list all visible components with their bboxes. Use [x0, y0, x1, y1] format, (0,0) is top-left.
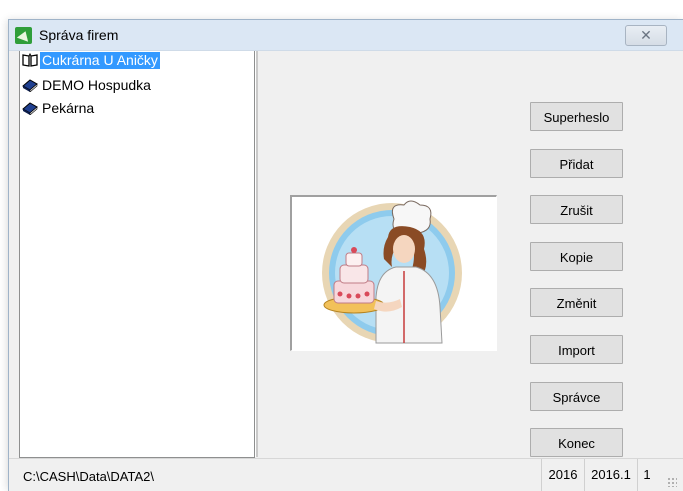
title-bar[interactable]: Správa firem ✕	[9, 20, 683, 51]
add-button[interactable]: Přidat	[530, 149, 623, 178]
close-button[interactable]: ✕	[625, 25, 667, 46]
status-bar: C:\CASH\Data\DATA2\ 2016 2016.1 1	[9, 458, 683, 491]
close-icon: ✕	[640, 27, 652, 43]
book-icon	[22, 79, 38, 92]
tree-item-label: DEMO Hospudka	[42, 77, 151, 93]
company-manager-window: Správa firem ✕ Cukrárna U Aničky DEMO Ho…	[9, 20, 683, 491]
pastry-chef-illustration	[292, 197, 496, 350]
panel-splitter[interactable]	[255, 51, 258, 457]
app-logo-icon	[15, 27, 32, 44]
number-status: 1	[637, 459, 656, 491]
administrator-button[interactable]: Správce	[530, 382, 623, 411]
exit-button[interactable]: Konec	[530, 428, 623, 457]
client-area: Cukrárna U Aničky DEMO Hospudka Pekárna	[9, 51, 683, 491]
tree-item-label: Cukrárna U Aničky	[40, 52, 160, 69]
copy-button[interactable]: Kopie	[530, 242, 623, 271]
company-logo-picture	[290, 195, 497, 351]
superheslo-button[interactable]: Superheslo	[530, 102, 623, 131]
open-book-icon	[22, 53, 38, 67]
delete-button[interactable]: Zrušit	[530, 195, 623, 224]
resize-grip-icon[interactable]	[667, 477, 677, 487]
tree-item-label: Pekárna	[42, 100, 95, 116]
year-status: 2016	[541, 459, 584, 491]
data-path-status: C:\CASH\Data\DATA2\	[23, 469, 154, 484]
company-tree[interactable]: Cukrárna U Aničky DEMO Hospudka Pekárna	[19, 51, 255, 458]
window-title: Správa firem	[39, 27, 119, 43]
version-status: 2016.1	[584, 459, 637, 491]
import-button[interactable]: Import	[530, 335, 623, 364]
book-icon	[22, 102, 38, 115]
change-button[interactable]: Změnit	[530, 288, 623, 317]
